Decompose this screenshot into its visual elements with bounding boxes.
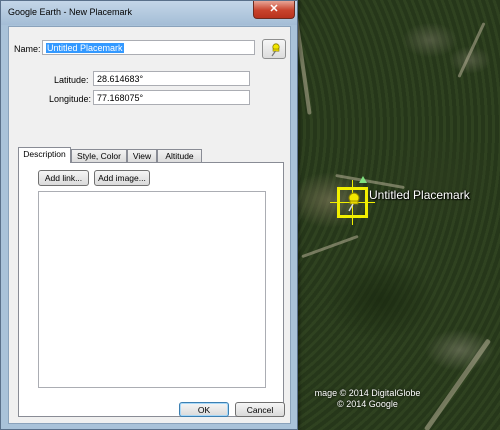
tab-style-color[interactable]: Style, Color — [71, 149, 127, 162]
tab-description[interactable]: Description — [18, 147, 71, 163]
longitude-label: Longitude: — [49, 94, 92, 104]
map-road — [423, 338, 492, 430]
placemark-icon-button[interactable] — [262, 39, 286, 59]
dialog-content: Name: Untitled Placemark Latitude: 28.61… — [8, 26, 291, 424]
add-link-button[interactable]: Add link... — [38, 170, 89, 186]
name-label: Name: — [14, 44, 41, 54]
window-title: Google Earth - New Placemark — [8, 7, 133, 17]
title-bar[interactable]: Google Earth - New Placemark ✕ — [1, 1, 297, 25]
placemark-label[interactable]: Untitled Placemark — [369, 188, 470, 202]
attribution-line: mage © 2014 DigitalGlobe — [314, 388, 421, 398]
pushpin-icon[interactable] — [343, 192, 363, 212]
close-button[interactable]: ✕ — [253, 1, 295, 19]
description-textarea[interactable] — [38, 191, 266, 388]
map-road — [457, 22, 486, 78]
imagery-attribution: mage © 2014 DigitalGlobe © 2014 Google — [300, 388, 435, 410]
tab-altitude[interactable]: Altitude — [157, 149, 202, 162]
name-field[interactable]: Untitled Placemark — [42, 40, 255, 55]
ok-button[interactable]: OK — [179, 402, 229, 417]
longitude-field[interactable]: 77.168075° — [93, 90, 250, 105]
add-image-button[interactable]: Add image... — [94, 170, 150, 186]
latitude-field[interactable]: 28.614683° — [93, 71, 250, 86]
name-value: Untitled Placemark — [46, 43, 124, 53]
attribution-line: © 2014 Google — [337, 399, 398, 409]
map-road — [301, 234, 359, 259]
new-placemark-dialog: Google Earth - New Placemark ✕ Name: Unt… — [0, 0, 298, 430]
tab-view[interactable]: View — [127, 149, 157, 162]
description-panel: Add link... Add image... — [18, 162, 284, 417]
yellow-pushpin-icon — [271, 43, 280, 57]
latitude-label: Latitude: — [54, 75, 89, 85]
cancel-button[interactable]: Cancel — [235, 402, 285, 417]
placemark-handle-icon[interactable] — [359, 176, 367, 183]
